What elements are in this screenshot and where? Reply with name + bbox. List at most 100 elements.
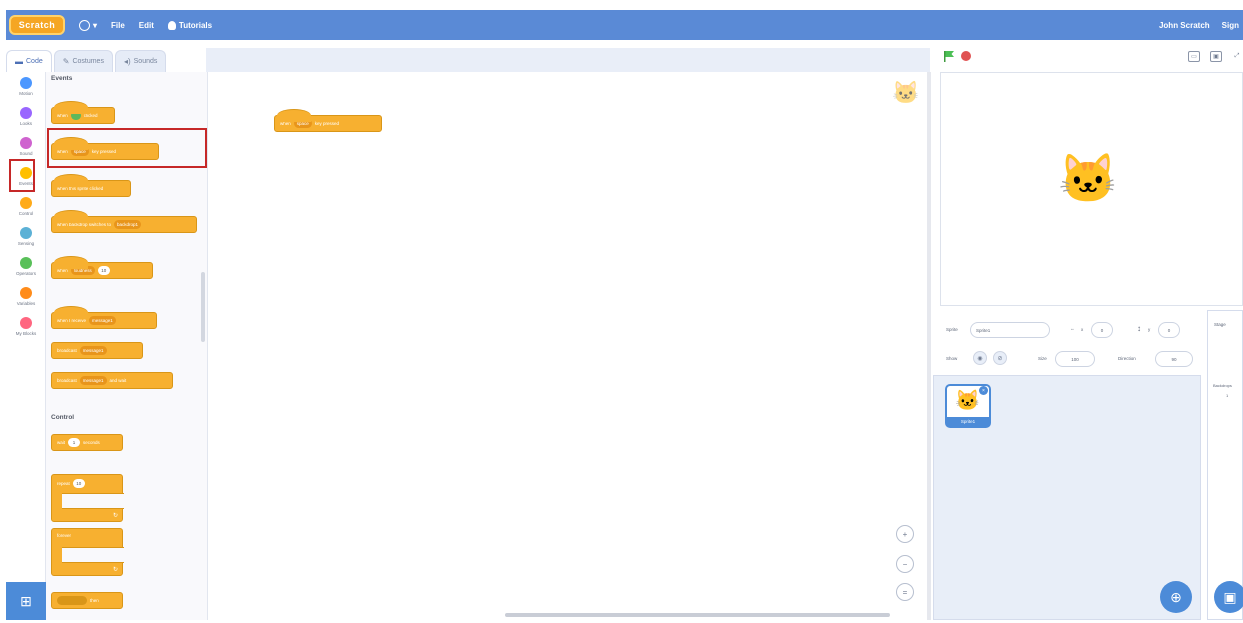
category-operators[interactable]: Operators [6,254,46,284]
workspace-vertical-scrollbar[interactable] [927,72,931,620]
hide-eye-icon[interactable]: ⊘ [993,351,1007,365]
backdrops-count: 1 [1226,393,1229,398]
loudness-value[interactable]: 10 [97,266,110,275]
palette-scrollbar[interactable] [201,272,205,342]
tutorials-label: Tutorials [178,20,213,30]
tutorials-menu[interactable]: Tutorials [167,20,213,30]
message-dropdown[interactable]: message1 [79,346,107,355]
choose-backdrop-button[interactable]: ▣ [1214,581,1243,613]
delete-sprite-icon[interactable]: × [979,386,988,395]
category-motion[interactable]: Motion [6,74,46,104]
message-dropdown[interactable]: message1 [89,316,116,325]
language-menu[interactable]: ▾ [79,19,97,31]
my-blocks-dot-icon [20,317,32,329]
user-name[interactable]: John Scratch [1159,21,1210,30]
broadcast-block[interactable]: broadcast message1 [51,342,143,359]
control-section-title: Control [51,414,75,421]
when-sprite-clicked-block[interactable]: when this sprite clicked [51,174,131,197]
when-loudness-block[interactable]: when loudness 10 [51,256,153,279]
category-looks[interactable]: Looks [6,104,46,134]
green-flag-icon[interactable] [943,50,955,62]
sound-dot-icon [20,137,32,149]
broadcast-and-wait-block[interactable]: broadcast message1 and wait [51,372,173,389]
forever-block[interactable]: forever ↻ [51,528,124,576]
scratch-logo[interactable]: Scratch [9,15,65,35]
fullscreen-button[interactable]: ⤢ [1232,51,1242,62]
tab-code[interactable]: ▬ Code [6,50,52,72]
block-text: broadcast [57,348,77,353]
category-variables[interactable]: Variables [6,284,46,314]
block-text: when [57,113,68,118]
code-workspace[interactable]: when space key pressed [208,72,930,620]
sign-link[interactable]: Sign [1222,21,1239,30]
when-backdrop-switches-block[interactable]: when backdrop switches to backdrop1 [51,210,197,233]
edit-menu[interactable]: Edit [139,21,154,30]
stop-icon[interactable] [961,51,971,61]
direction-label: Direction [1118,356,1136,361]
backdrop-dropdown[interactable]: backdrop1 [114,220,142,229]
backdrops-label: Backdrops [1213,383,1232,388]
extension-icon: ⊞ [20,592,32,609]
when-flag-clicked-block[interactable]: when clicked [51,101,115,124]
stage-selector[interactable] [1207,310,1243,620]
size-field[interactable]: 100 [1055,351,1095,367]
loudness-dropdown[interactable]: loudness [70,266,95,275]
block-text: when I receive [57,318,87,323]
block-text: when backdrop switches to [57,222,112,227]
large-stage-button[interactable]: ▣ [1210,51,1222,62]
key-dropdown[interactable]: space [293,119,312,128]
repeat-slot [62,493,124,509]
sprite-label: Sprite [946,327,958,332]
zoom-reset-icon: = [902,587,908,597]
sprite-thumb-name: Sprite1 [947,417,989,426]
y-field[interactable]: 0 [1158,322,1180,338]
add-extension-button[interactable]: ⊞ [6,582,46,620]
condition-slot[interactable] [57,596,87,605]
when-i-receive-block[interactable]: when I receive message1 [51,306,157,329]
cat-add-icon: ⊕ [1170,588,1182,605]
tabs-strip [206,48,930,72]
forever-slot [62,547,124,563]
wait-seconds-block[interactable]: wait 1 seconds [51,434,123,451]
workspace-horizontal-scrollbar[interactable] [505,613,890,617]
choose-sprite-button[interactable]: ⊕ [1160,581,1192,613]
if-then-block[interactable]: then [51,592,123,609]
repeat-value[interactable]: 10 [72,479,85,488]
control-dot-icon [20,197,32,209]
zoom-in-button[interactable]: + [896,525,914,543]
zoom-out-icon: − [902,559,908,569]
tab-sounds[interactable]: ◂) Sounds [114,50,167,72]
menu-right: John Scratch Sign [1159,10,1239,40]
file-menu[interactable]: File [111,21,125,30]
small-stage-button[interactable]: ▭ [1188,51,1200,62]
workspace-when-key-pressed-block[interactable]: when space key pressed [274,109,382,132]
stage-cat-sprite-icon[interactable]: 🐱 [1058,150,1118,207]
tab-sounds-label: Sounds [133,58,158,65]
block-text: then [90,598,99,603]
repeat-block[interactable]: repeat 10 ↻ [51,474,124,522]
category-sensing[interactable]: Sensing [6,224,46,254]
tab-costumes[interactable]: ✎ Costumes [53,50,113,72]
events-section-title: Events [51,75,73,82]
direction-field[interactable]: 90 [1155,351,1193,367]
category-label: Sensing [17,241,35,246]
category-my-blocks[interactable]: My Blocks [6,314,46,344]
zoom-reset-button[interactable]: = [896,583,914,601]
lightbulb-icon [167,20,176,30]
wait-value[interactable]: 1 [68,438,81,447]
operators-dot-icon [20,257,32,269]
sprite-name-field[interactable]: Sprite1 [970,322,1050,338]
x-label: x [1081,327,1084,332]
block-text: when [57,268,68,273]
repeat-label: repeat 10 [57,479,85,488]
block-text: forever [57,533,72,538]
category-label: Looks [19,121,32,126]
block-text: clicked [83,113,98,118]
message-dropdown[interactable]: message1 [79,376,107,385]
editor-tabs: ▬ Code ✎ Costumes ◂) Sounds [6,48,206,72]
category-control[interactable]: Control [6,194,46,224]
show-eye-icon[interactable]: ◉ [973,351,987,365]
fullscreen-icon: ⤢ [1234,53,1240,59]
x-field[interactable]: 0 [1091,322,1113,338]
zoom-out-button[interactable]: − [896,555,914,573]
